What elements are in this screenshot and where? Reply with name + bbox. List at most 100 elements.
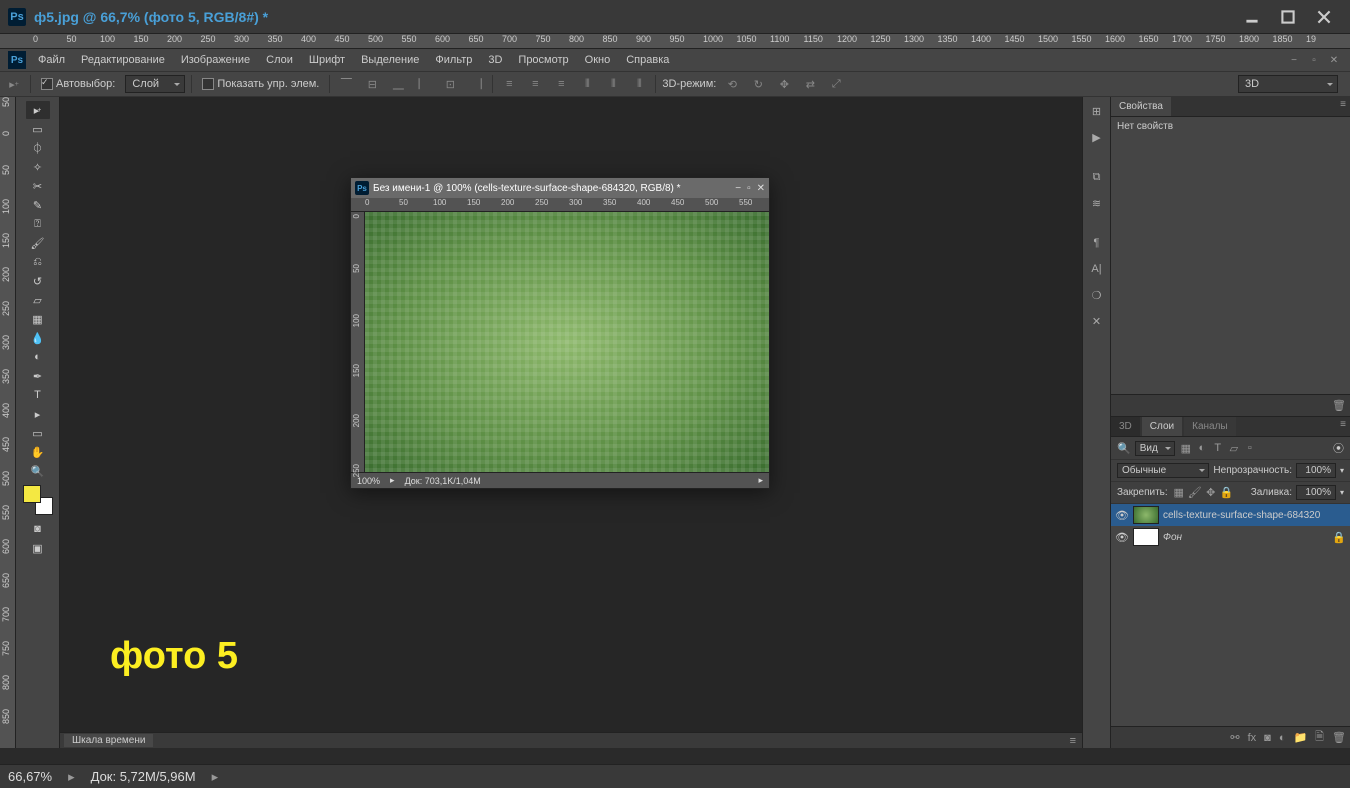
fill-arrow-icon[interactable]: ▾ xyxy=(1340,488,1344,497)
distribute-bottom-icon[interactable]: ≡ xyxy=(551,74,571,94)
align-top-icon[interactable]: ⎺ xyxy=(336,74,356,94)
menu-выделение[interactable]: Выделение xyxy=(353,52,427,68)
lock-position-icon[interactable]: ✥ xyxy=(1204,486,1218,500)
show-transform-controls-checkbox[interactable]: Показать упр. элем. xyxy=(198,76,323,92)
tab-3d[interactable]: 3D xyxy=(1111,417,1140,436)
filter-adjust-icon[interactable]: ◐ xyxy=(1195,441,1209,455)
float-close-button[interactable]: ✕ xyxy=(757,183,765,194)
menu-слои[interactable]: Слои xyxy=(258,52,301,68)
dock-styles-icon[interactable]: ❍ xyxy=(1087,285,1107,305)
layer-name[interactable]: Фон xyxy=(1163,532,1182,543)
properties-menu-icon[interactable]: ≡ xyxy=(1340,99,1346,110)
floating-document-window[interactable]: Ps Без имени-1 @ 100% (cells-texture-sur… xyxy=(350,177,770,489)
color-swatches[interactable] xyxy=(23,485,53,515)
timeline-menu-icon[interactable]: ≡ xyxy=(1070,735,1076,747)
layer-mask-icon[interactable]: ◙ xyxy=(1264,732,1271,744)
dock-character-icon[interactable]: A| xyxy=(1087,259,1107,279)
distribute-left-icon[interactable]: ⦀ xyxy=(577,74,597,94)
float-maximize-button[interactable]: ▫ xyxy=(747,183,751,194)
status-arrow-icon[interactable]: ▸ xyxy=(68,769,75,785)
floating-arrow[interactable]: ▸ xyxy=(390,475,395,486)
dock-adjust-icon[interactable]: ≋ xyxy=(1087,193,1107,213)
dock-tools-icon[interactable]: ✕ xyxy=(1087,311,1107,331)
gradient-tool[interactable]: ▦ xyxy=(26,310,50,328)
layer-thumbnail[interactable] xyxy=(1133,506,1159,524)
menu-фильтр[interactable]: Фильтр xyxy=(427,52,480,68)
distribute-hcenter-icon[interactable]: ⦀ xyxy=(603,74,623,94)
timeline-tab-label[interactable]: Шкала времени xyxy=(64,734,153,747)
filter-toggle[interactable]: ⦿ xyxy=(1333,440,1344,456)
properties-tab[interactable]: Свойства xyxy=(1111,97,1171,116)
layer-fx-icon[interactable]: fx xyxy=(1248,732,1257,744)
align-hcenter-icon[interactable]: ⊡ xyxy=(440,74,460,94)
magic-wand-tool[interactable]: ✧ xyxy=(26,158,50,176)
move-tool[interactable]: ▸+ xyxy=(26,101,50,119)
dodge-tool[interactable]: ◐ xyxy=(26,348,50,366)
canvas-area[interactable]: фото 5 Ps Без имени-1 @ 100% (cells-text… xyxy=(60,97,1082,748)
lasso-tool[interactable]: ⏀ xyxy=(26,139,50,157)
3d-rotate-icon[interactable]: ⟲ xyxy=(722,74,742,94)
healing-brush-tool[interactable]: ⍰ xyxy=(26,215,50,233)
crop-tool[interactable]: ✂ xyxy=(26,177,50,195)
floating-arrow2[interactable]: ▸ xyxy=(758,475,763,486)
align-vcenter-icon[interactable]: ⊟ xyxy=(362,74,382,94)
layer-thumbnail[interactable] xyxy=(1133,528,1159,546)
hand-tool[interactable]: ✋ xyxy=(26,443,50,461)
eye-icon[interactable]: 👁 xyxy=(1115,531,1129,544)
tab-channels[interactable]: Каналы xyxy=(1184,417,1236,436)
search-icon[interactable]: 🔍 xyxy=(1117,442,1131,455)
dock-paragraph-icon[interactable]: ¶ xyxy=(1087,233,1107,253)
clone-stamp-tool[interactable]: ⎌ xyxy=(26,253,50,271)
layer-group-icon[interactable]: 📁 xyxy=(1293,731,1307,744)
eraser-tool[interactable]: ▱ xyxy=(26,291,50,309)
layer-name[interactable]: cells-texture-surface-shape-684320 xyxy=(1163,510,1320,521)
filter-shape-icon[interactable]: ▱ xyxy=(1227,441,1241,455)
restore-inner-button[interactable]: ▫ xyxy=(1306,52,1322,68)
dock-menu-icon[interactable]: ⊞ xyxy=(1087,101,1107,121)
maximize-button[interactable] xyxy=(1270,5,1306,29)
workspace-dropdown[interactable]: 3D xyxy=(1238,75,1338,93)
delete-layer-icon[interactable]: 🗑 xyxy=(1332,731,1346,744)
tab-layers[interactable]: Слои xyxy=(1142,417,1182,436)
opacity-input[interactable]: 100% xyxy=(1296,463,1336,478)
path-selection-tool[interactable]: ▸ xyxy=(26,405,50,423)
floating-titlebar[interactable]: Ps Без имени-1 @ 100% (cells-texture-sur… xyxy=(351,178,769,198)
layer-item[interactable]: 👁 Фон 🔒 xyxy=(1111,526,1350,548)
menu-редактирование[interactable]: Редактирование xyxy=(73,52,173,68)
pen-tool[interactable]: ✒ xyxy=(26,367,50,385)
distribute-right-icon[interactable]: ⦀ xyxy=(629,74,649,94)
menu-файл[interactable]: Файл xyxy=(30,52,73,68)
align-left-icon[interactable]: ⎸ xyxy=(414,74,434,94)
menu-3d[interactable]: 3D xyxy=(480,52,510,68)
properties-delete-icon[interactable]: 🗑 xyxy=(1332,399,1346,412)
screen-mode-tool[interactable]: ▣ xyxy=(26,539,50,557)
status-arrow2-icon[interactable]: ▸ xyxy=(212,769,219,785)
menu-изображение[interactable]: Изображение xyxy=(173,52,258,68)
marquee-tool[interactable]: ▭ xyxy=(26,120,50,138)
3d-slide-icon[interactable]: ⇄ xyxy=(800,74,820,94)
close-inner-button[interactable]: ✕ xyxy=(1326,52,1342,68)
minimize-button[interactable] xyxy=(1234,5,1270,29)
dock-play-icon[interactable]: ▶ xyxy=(1087,127,1107,147)
menu-шрифт[interactable]: Шрифт xyxy=(301,52,353,68)
floating-canvas[interactable] xyxy=(365,212,769,472)
distribute-top-icon[interactable]: ≡ xyxy=(499,74,519,94)
menu-окно[interactable]: Окно xyxy=(577,52,619,68)
eye-icon[interactable]: 👁 xyxy=(1115,509,1129,522)
filter-kind-dropdown[interactable]: Вид xyxy=(1135,441,1175,456)
auto-select-checkbox[interactable]: Автовыбор: xyxy=(37,76,119,92)
menu-справка[interactable]: Справка xyxy=(618,52,677,68)
blur-tool[interactable]: 💧 xyxy=(26,329,50,347)
layers-menu-icon[interactable]: ≡ xyxy=(1340,419,1346,430)
menu-просмотр[interactable]: Просмотр xyxy=(510,52,576,68)
distribute-vcenter-icon[interactable]: ≡ xyxy=(525,74,545,94)
history-brush-tool[interactable]: ↺ xyxy=(26,272,50,290)
close-button[interactable] xyxy=(1306,5,1342,29)
align-bottom-icon[interactable]: ⎽ xyxy=(388,74,408,94)
zoom-tool[interactable]: 🔍 xyxy=(26,462,50,480)
float-minimize-button[interactable]: − xyxy=(735,183,741,194)
quick-mask-tool[interactable]: ◙ xyxy=(26,520,50,538)
3d-pan-icon[interactable]: ✥ xyxy=(774,74,794,94)
filter-type-icon[interactable]: T xyxy=(1211,441,1225,455)
lock-all-icon[interactable]: 🔒 xyxy=(1220,486,1234,500)
